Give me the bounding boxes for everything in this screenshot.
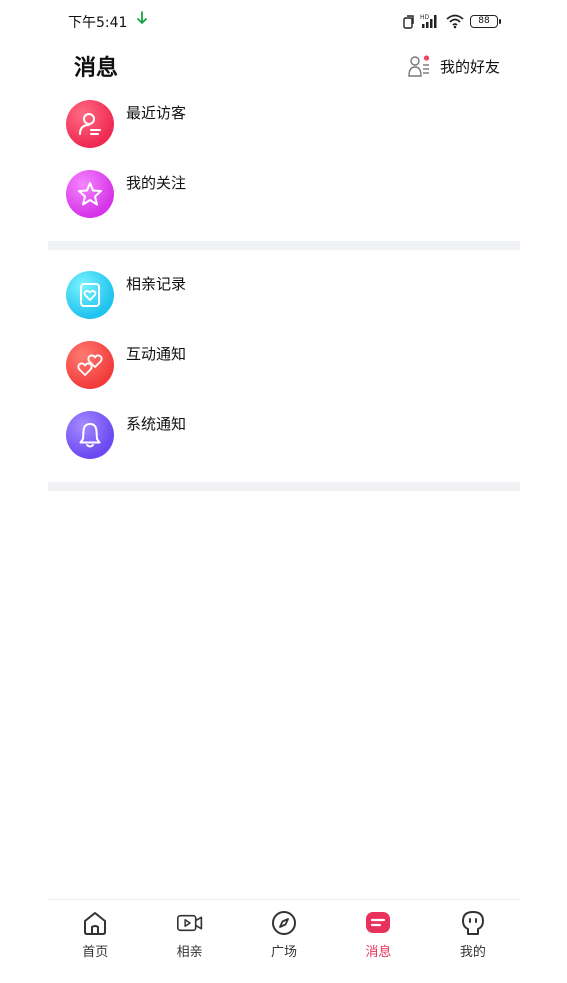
list-item-label: 相亲记录 (126, 275, 187, 293)
status-bar: 下午5:41 HD 88 (48, 8, 520, 34)
list-item-label: 系统通知 (126, 415, 187, 433)
page-title: 消息 (74, 56, 119, 81)
profile-icon (460, 910, 486, 936)
my-friends-label: 我的好友 (439, 57, 500, 76)
hd-signal-icon: HD (420, 14, 437, 28)
nav-item-messages[interactable]: 消息 (331, 900, 425, 983)
wifi-icon (446, 14, 464, 29)
nav-label: 首页 (82, 945, 109, 960)
status-time: 下午5:41 (68, 15, 128, 31)
nav-item-mine[interactable]: 我的 (426, 900, 520, 983)
bottom-nav: 首页 相亲 广场 消息 我的 (48, 899, 520, 983)
friends-icon (408, 55, 430, 77)
nav-item-dating[interactable]: 相亲 (142, 900, 236, 983)
list-item-label: 我的关注 (126, 174, 187, 192)
section-divider (48, 241, 520, 250)
star-icon (66, 170, 114, 218)
message-section-1: 最近访客 我的关注 (48, 96, 520, 236)
messages-screen: 下午5:41 HD 88 消息 我的好友 最近访客 我的关注 相亲记录 互动通知… (48, 0, 520, 983)
list-item-interaction-notices[interactable]: 互动通知 (48, 337, 520, 407)
list-item-dating-records[interactable]: 相亲记录 (48, 267, 520, 337)
message-section-2: 相亲记录 互动通知 系统通知 (48, 267, 520, 477)
nav-item-plaza[interactable]: 广场 (237, 900, 331, 983)
nav-label: 相亲 (176, 945, 203, 960)
list-item-label: 互动通知 (126, 345, 187, 363)
battery-icon: 88 (470, 14, 501, 28)
list-item-recent-visitors[interactable]: 最近访客 (48, 96, 520, 166)
my-friends-button[interactable]: 我的好友 (408, 52, 500, 80)
double-heart-icon (66, 341, 114, 389)
nav-label: 消息 (365, 945, 392, 960)
list-item-system-notices[interactable]: 系统通知 (48, 407, 520, 477)
nav-label: 我的 (459, 945, 486, 960)
page-header: 消息 我的好友 (48, 44, 520, 88)
nav-label: 广场 (271, 945, 298, 960)
heart-card-icon (66, 271, 114, 319)
visitor-icon (66, 100, 114, 148)
video-icon (176, 910, 203, 936)
message-icon (365, 910, 391, 936)
bell-icon (66, 411, 114, 459)
list-item-my-follows[interactable]: 我的关注 (48, 166, 520, 236)
section-divider (48, 482, 520, 491)
home-icon (82, 910, 108, 936)
list-item-label: 最近访客 (126, 104, 187, 122)
screen-rotate-icon (403, 15, 414, 29)
svg-text:HD: HD (420, 14, 430, 21)
nav-item-home[interactable]: 首页 (48, 900, 142, 983)
status-icons: HD 88 (402, 12, 501, 30)
compass-icon (271, 910, 297, 936)
download-arrow-icon (137, 11, 147, 24)
